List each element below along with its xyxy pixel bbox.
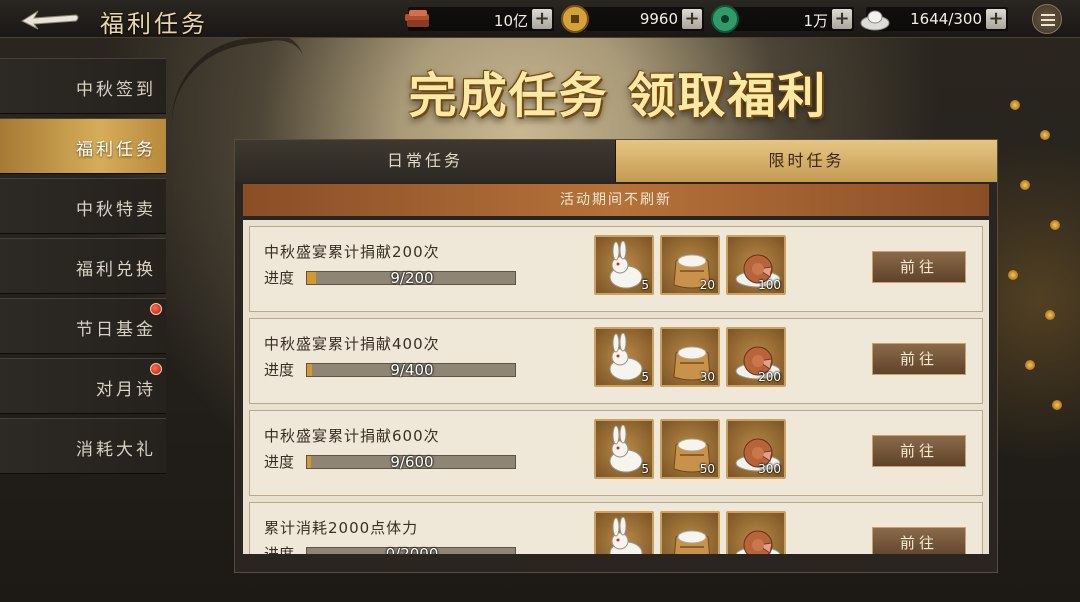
sidebar-item-label: 对月诗 xyxy=(96,380,156,400)
task-name: 中秋盛宴累计捐献400次 xyxy=(264,335,440,353)
task-row: 中秋盛宴累计捐献600次 进度 9/600 5 50 300 前往 xyxy=(249,410,983,496)
reward-quantity: 300 xyxy=(758,462,781,476)
reward-item[interactable]: 200 xyxy=(726,327,786,387)
notice-banner: 活动期间不刷新 xyxy=(243,184,989,216)
resource-copper: 10亿 + xyxy=(405,7,554,31)
reward-item[interactable]: 30 xyxy=(660,327,720,387)
task-row: 中秋盛宴累计捐献400次 进度 9/400 5 30 200 前往 xyxy=(249,318,983,404)
task-tabs: 日常任务 限时任务 xyxy=(235,140,997,182)
resource-gold: 9960 + xyxy=(561,5,704,33)
progress-text: 0/2000 xyxy=(385,545,439,554)
event-banner-title: 完成任务 领取福利 xyxy=(408,68,828,124)
sidebar-item-label: 中秋签到 xyxy=(76,80,156,100)
reward-quantity: 5 xyxy=(641,278,649,292)
gold-value: 9960 xyxy=(639,10,678,28)
progress-label: 进度 xyxy=(264,361,295,379)
add-copper-button[interactable]: + xyxy=(532,9,552,29)
progress-bar: 9/200 xyxy=(306,269,516,287)
osmanthus-flowers-decoration xyxy=(990,60,1080,580)
reward-quantity: 200 xyxy=(758,370,781,384)
progress-bar: 0/2000 xyxy=(306,545,516,554)
reward-quantity: 5 xyxy=(641,462,649,476)
reward-item[interactable] xyxy=(660,511,720,554)
sidebar-item-label: 福利任务 xyxy=(76,140,156,160)
silver-ingot-icon xyxy=(860,10,890,31)
progress-label: 进度 xyxy=(264,545,295,554)
sidebar-item-mid-autumn-signin[interactable]: 中秋签到 xyxy=(0,58,166,114)
task-name: 中秋盛宴累计捐献600次 xyxy=(264,427,440,445)
jade-coin-icon xyxy=(711,5,739,33)
page-title: 福利任务 xyxy=(100,10,208,38)
reward-item[interactable] xyxy=(594,511,654,554)
resource-jade: 1万 + xyxy=(711,5,854,33)
sidebar-item-label: 福利兑换 xyxy=(76,260,156,280)
silver-value: 1644/300 xyxy=(910,10,982,28)
task-row: 累计消耗2000点体力进度 0/2000 前往 xyxy=(249,502,983,554)
menu-button[interactable] xyxy=(1032,4,1062,34)
add-silver-button[interactable]: + xyxy=(986,9,1006,29)
task-name: 累计消耗2000点体力 xyxy=(264,519,419,537)
reward-quantity: 30 xyxy=(699,370,715,384)
resource-silver: 1644/300 + xyxy=(860,7,1008,31)
task-panel: 日常任务 限时任务 活动期间不刷新 中秋盛宴累计捐献200次 进度 9/200 5 20… xyxy=(234,139,998,573)
add-gold-button[interactable]: + xyxy=(682,9,702,29)
sidebar-item-label: 中秋特卖 xyxy=(76,200,156,220)
task-row: 中秋盛宴累计捐献200次 进度 9/200 5 20 100 前往 xyxy=(249,226,983,312)
reward-item[interactable]: 300 xyxy=(726,419,786,479)
notification-badge xyxy=(150,303,162,315)
progress-text: 9/200 xyxy=(390,269,434,287)
reward-item[interactable]: 100 xyxy=(726,235,786,295)
tab-limited-tasks[interactable]: 限时任务 xyxy=(616,140,997,182)
task-name: 中秋盛宴累计捐献200次 xyxy=(264,243,440,261)
tab-daily-tasks[interactable]: 日常任务 xyxy=(235,140,616,182)
back-arrow-icon xyxy=(20,10,79,30)
go-button[interactable]: 前往 xyxy=(872,343,966,375)
reward-quantity: 50 xyxy=(699,462,715,476)
sidebar-item-label: 消耗大礼 xyxy=(76,440,156,460)
progress-text: 9/600 xyxy=(390,453,434,471)
sidebar-item-festival-fund[interactable]: 节日基金 xyxy=(0,298,166,354)
reward-item[interactable]: 20 xyxy=(660,235,720,295)
sidebar: 中秋签到 福利任务 中秋特卖 福利兑换 节日基金 对月诗 消耗大礼 xyxy=(0,58,166,478)
sidebar-item-moon-poem[interactable]: 对月诗 xyxy=(0,358,166,414)
reward-item[interactable]: 50 xyxy=(660,419,720,479)
sidebar-item-mid-autumn-sale[interactable]: 中秋特卖 xyxy=(0,178,166,234)
back-button[interactable] xyxy=(18,6,82,32)
progress-bar: 9/600 xyxy=(306,453,516,471)
add-jade-button[interactable]: + xyxy=(832,9,852,29)
reward-quantity: 20 xyxy=(699,278,715,292)
copper-bars-icon xyxy=(405,10,429,27)
reward-item[interactable] xyxy=(726,511,786,554)
go-button[interactable]: 前往 xyxy=(872,527,966,554)
copper-value: 10亿 xyxy=(493,12,528,30)
reward-quantity: 5 xyxy=(641,370,649,384)
reward-item[interactable]: 5 xyxy=(594,235,654,295)
jade-value: 1万 xyxy=(803,12,828,30)
progress-label: 进度 xyxy=(264,269,295,287)
reward-item[interactable]: 5 xyxy=(594,327,654,387)
progress-bar: 9/400 xyxy=(306,361,516,379)
progress-label: 进度 xyxy=(264,453,295,471)
gold-coin-icon xyxy=(561,5,589,33)
top-bar: 福利任务 10亿 + 9960 + 1万 + 1644/300 + xyxy=(0,0,1080,38)
sidebar-item-welfare-tasks[interactable]: 福利任务 xyxy=(0,118,166,174)
go-button[interactable]: 前往 xyxy=(872,435,966,467)
sidebar-item-label: 节日基金 xyxy=(76,320,156,340)
notification-badge xyxy=(150,363,162,375)
reward-quantity: 100 xyxy=(758,278,781,292)
reward-item[interactable]: 5 xyxy=(594,419,654,479)
progress-text: 9/400 xyxy=(390,361,434,379)
sidebar-item-consumption-gift[interactable]: 消耗大礼 xyxy=(0,418,166,474)
sidebar-item-welfare-exchange[interactable]: 福利兑换 xyxy=(0,238,166,294)
go-button[interactable]: 前往 xyxy=(872,251,966,283)
task-list[interactable]: 中秋盛宴累计捐献200次 进度 9/200 5 20 100 前往 中秋盛宴累计捐献400次进… xyxy=(243,220,989,554)
